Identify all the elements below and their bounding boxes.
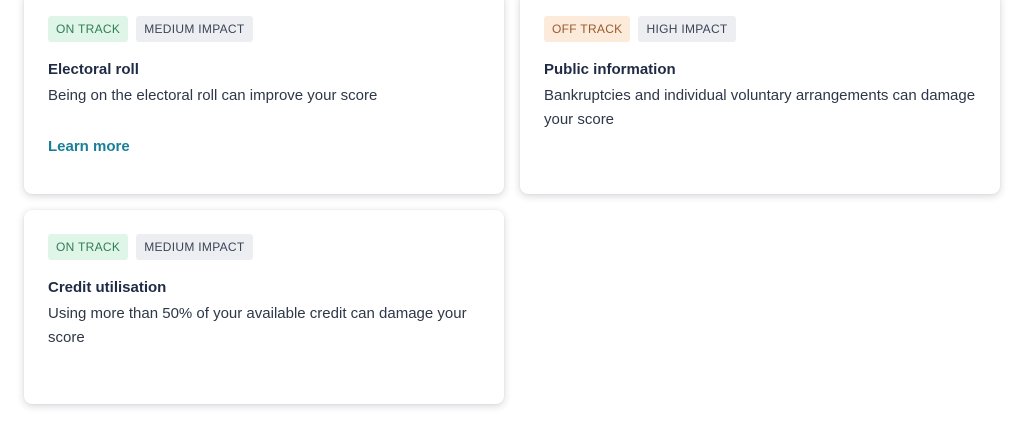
status-badge: OFF TRACK bbox=[544, 16, 631, 42]
factor-description: Bankruptcies and individual voluntary ar… bbox=[544, 87, 976, 128]
factor-title: Public information bbox=[544, 61, 676, 78]
badge-row: OFF TRACK HIGH IMPACT bbox=[544, 16, 976, 42]
factor-card-credit-utilisation: ON TRACK MEDIUM IMPACT Credit utilisatio… bbox=[24, 210, 504, 404]
learn-more-link[interactable]: Learn more bbox=[48, 138, 130, 155]
factor-card-public-information: OFF TRACK HIGH IMPACT Public information… bbox=[520, 0, 1000, 194]
status-badge: ON TRACK bbox=[48, 234, 129, 260]
score-factors-grid: ON TRACK MEDIUM IMPACT Electoral roll Be… bbox=[0, 0, 1024, 428]
impact-badge: MEDIUM IMPACT bbox=[136, 16, 253, 42]
impact-badge: MEDIUM IMPACT bbox=[136, 234, 253, 260]
impact-badge: HIGH IMPACT bbox=[638, 16, 736, 42]
factor-card-electoral-roll: ON TRACK MEDIUM IMPACT Electoral roll Be… bbox=[24, 0, 504, 194]
status-badge: ON TRACK bbox=[48, 16, 129, 42]
factor-title: Electoral roll bbox=[48, 61, 139, 78]
factor-title: Credit utilisation bbox=[48, 279, 167, 296]
factor-description: Being on the electoral roll can improve … bbox=[48, 87, 378, 104]
factor-description: Using more than 50% of your available cr… bbox=[48, 305, 467, 346]
badge-row: ON TRACK MEDIUM IMPACT bbox=[48, 16, 480, 42]
badge-row: ON TRACK MEDIUM IMPACT bbox=[48, 234, 480, 260]
